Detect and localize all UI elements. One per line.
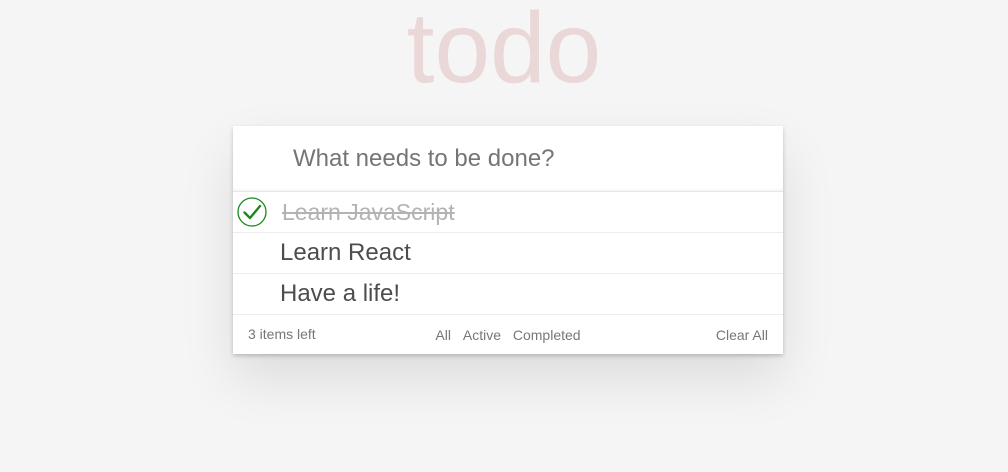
todo-list: Learn JavaScript Learn React Have a life… — [233, 191, 783, 315]
todo-item: Learn JavaScript — [233, 192, 783, 233]
filter-tabs: All Active Completed — [233, 327, 783, 343]
todo-label[interactable]: Learn React — [280, 233, 411, 273]
todo-item: Have a life! — [233, 274, 783, 315]
todo-app: Learn JavaScript Learn React Have a life… — [233, 126, 783, 354]
toggle-checkbox[interactable] — [237, 279, 267, 309]
toggle-checkbox-checked-icon[interactable] — [237, 197, 267, 227]
filter-completed[interactable]: Completed — [513, 327, 581, 343]
todo-footer: 3 items left All Active Completed Clear … — [233, 315, 783, 354]
clear-all-button[interactable]: Clear All — [716, 327, 768, 343]
filter-active[interactable]: Active — [463, 327, 501, 343]
todo-label[interactable]: Have a life! — [280, 274, 400, 314]
app-title: todo — [406, 0, 602, 104]
todo-label[interactable]: Learn JavaScript — [282, 192, 455, 232]
filter-all[interactable]: All — [435, 327, 451, 343]
toggle-checkbox[interactable] — [237, 238, 267, 268]
todo-item: Learn React — [233, 233, 783, 274]
new-todo-input[interactable] — [233, 126, 783, 191]
